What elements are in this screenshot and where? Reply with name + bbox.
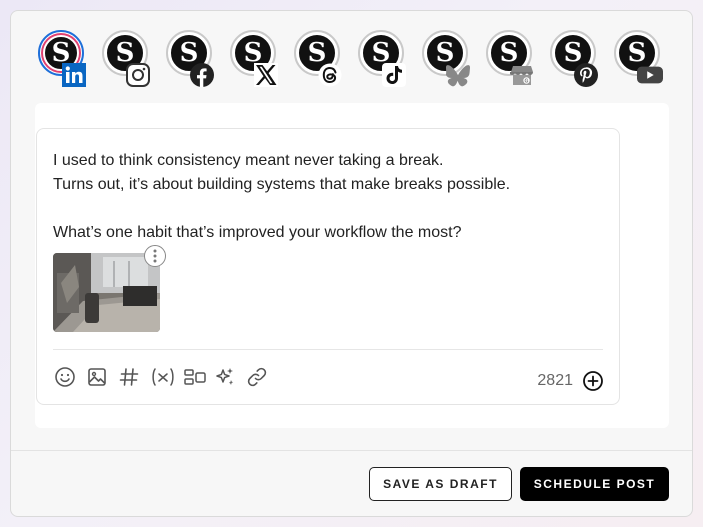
- link-button[interactable]: [245, 365, 269, 389]
- svg-text:G: G: [525, 78, 529, 84]
- profile-linkedin[interactable]: S: [34, 26, 90, 90]
- profile-youtube[interactable]: S: [610, 26, 666, 90]
- profile-selector: S S S S S S S S G S S: [11, 11, 692, 101]
- profile-bluesky[interactable]: S: [418, 26, 474, 90]
- google-business-icon: G: [509, 62, 535, 88]
- threads-icon: [317, 62, 343, 88]
- layout-button[interactable]: [181, 365, 209, 389]
- hashtag-icon: [119, 368, 139, 386]
- add-button[interactable]: [582, 370, 604, 392]
- profile-pinterest[interactable]: S: [546, 26, 602, 90]
- image-icon: [88, 368, 106, 386]
- image-options-button[interactable]: [144, 245, 166, 267]
- emoji-button[interactable]: [53, 365, 77, 389]
- attached-image[interactable]: [53, 253, 160, 332]
- more-vertical-icon: [153, 249, 157, 263]
- bluesky-icon: [445, 62, 471, 88]
- hashtag-button[interactable]: [117, 365, 141, 389]
- variable-icon: [152, 368, 174, 386]
- character-count: 2821: [537, 372, 573, 389]
- divider: [53, 349, 603, 350]
- pinterest-icon: [573, 62, 599, 88]
- emoji-icon: [55, 367, 75, 387]
- tiktok-icon: [381, 62, 407, 88]
- linkedin-icon: [61, 62, 87, 88]
- variable-button[interactable]: [149, 365, 177, 389]
- plus-circle-icon: [583, 371, 603, 391]
- profile-google-business[interactable]: S G: [482, 26, 538, 90]
- profile-facebook[interactable]: S: [162, 26, 218, 90]
- youtube-icon: [637, 62, 663, 88]
- ai-sparkle-icon: [216, 368, 234, 385]
- image-button[interactable]: [85, 365, 109, 389]
- schedule-post-button[interactable]: SCHEDULE POST: [520, 467, 669, 501]
- profile-instagram[interactable]: S: [98, 26, 154, 90]
- instagram-icon: [125, 62, 151, 88]
- post-editor[interactable]: I used to think consistency meant never …: [36, 128, 620, 405]
- post-composer-card: S S S S S S S S G S S I used to think co…: [10, 10, 693, 517]
- profile-tiktok[interactable]: S: [354, 26, 410, 90]
- ai-assist-button[interactable]: [213, 365, 237, 389]
- profile-x[interactable]: S: [226, 26, 282, 90]
- x-icon: [253, 62, 279, 88]
- link-icon: [247, 367, 267, 387]
- save-draft-button[interactable]: SAVE AS DRAFT: [369, 467, 512, 501]
- layout-icon: [184, 369, 206, 385]
- facebook-icon: [189, 62, 215, 88]
- footer-divider: [11, 450, 692, 451]
- post-text[interactable]: I used to think consistency meant never …: [53, 149, 603, 245]
- profile-threads[interactable]: S: [290, 26, 346, 90]
